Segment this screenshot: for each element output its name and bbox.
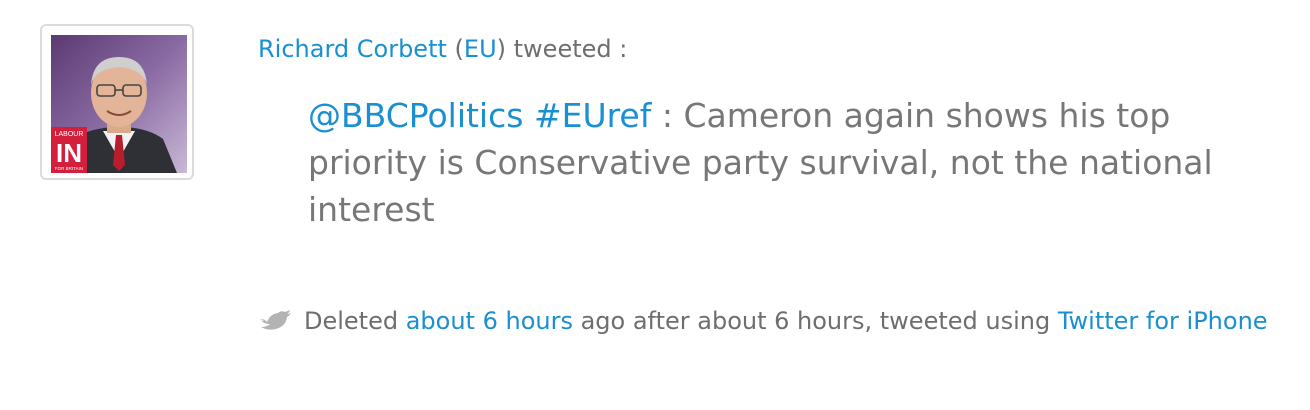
author-tag-link[interactable]: EU — [464, 35, 497, 63]
labour-in-badge: LABOUR IN FOR BRITAIN — [51, 127, 87, 173]
author-tag-close: ) — [496, 35, 507, 63]
meta-after-text: ago after about 6 hours, tweeted using — [572, 307, 1058, 335]
avatar[interactable]: LABOUR IN FOR BRITAIN — [40, 24, 194, 180]
client-link[interactable]: Twitter for iPhone — [1058, 307, 1268, 335]
badge-line1: LABOUR — [55, 131, 84, 138]
tweeted-label: tweeted : — [506, 35, 628, 63]
badge-line2: IN — [56, 138, 82, 168]
author-name-link[interactable]: Richard Corbett — [258, 35, 447, 63]
author-tag-open: ( — [446, 35, 464, 63]
deleted-tweet-card: LABOUR IN FOR BRITAIN Richard Corbett (E… — [0, 0, 1310, 410]
avatar-photo: LABOUR IN FOR BRITAIN — [51, 35, 187, 173]
tweet-header: Richard Corbett (EU) tweeted : — [258, 34, 627, 64]
deleted-label: Deleted — [304, 307, 406, 335]
tweet-text: @BBCPolitics #EUref : Cameron again show… — [308, 92, 1268, 233]
hashtag-link[interactable]: #EUref — [534, 96, 651, 135]
badge-line3: FOR BRITAIN — [55, 166, 83, 171]
twitter-bird-icon — [260, 310, 291, 330]
tweet-meta: Deleted about 6 hours ago after about 6 … — [258, 298, 1268, 345]
mention-link[interactable]: @BBCPolitics — [308, 96, 523, 135]
deleted-time-link[interactable]: about 6 hours — [406, 307, 573, 335]
